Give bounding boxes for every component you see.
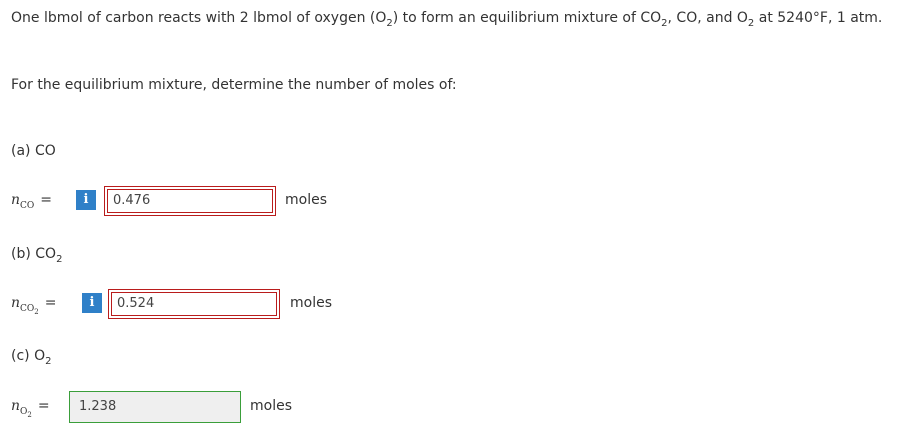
- problem-text: ) to form an equilibrium mixture of CO: [392, 10, 662, 26]
- variable-n-co2: nCO2 =: [11, 295, 57, 316]
- variable-n-o2: nO2=: [11, 398, 50, 419]
- part-label-text: (a) CO: [11, 143, 56, 159]
- unit-label: moles: [290, 295, 332, 311]
- variable-symbol: n: [11, 192, 21, 208]
- part-label-text: (c) O: [11, 348, 46, 364]
- variable-subscript: CO: [20, 200, 35, 211]
- problem-statement: One lbmol of carbon reacts with 2 lbmol …: [11, 10, 882, 29]
- equals-sign: =: [40, 192, 53, 208]
- equals-sign: =: [44, 295, 57, 311]
- problem-text: at 5240°F, 1 atm.: [754, 10, 883, 26]
- answer-input-o2[interactable]: 1.238: [69, 391, 241, 423]
- answer-value[interactable]: 0.476: [107, 189, 273, 213]
- unit-label: moles: [250, 398, 292, 414]
- variable-symbol: n: [11, 295, 21, 311]
- variable-subsubscript: 2: [34, 307, 39, 316]
- info-icon[interactable]: i: [82, 293, 102, 313]
- part-c-label: (c) O2: [11, 348, 51, 367]
- variable-subsubscript: 2: [27, 410, 32, 419]
- unit-label: moles: [285, 192, 327, 208]
- part-label-text: (b) CO: [11, 246, 57, 262]
- answer-input-co2[interactable]: 0.524: [108, 289, 280, 319]
- equals-sign: =: [37, 398, 50, 414]
- answer-value[interactable]: 0.524: [111, 292, 277, 316]
- variable-symbol: n: [11, 398, 21, 414]
- variable-n-co: nCO =: [11, 192, 52, 211]
- info-icon[interactable]: i: [76, 190, 96, 210]
- variable-subscript: CO: [20, 303, 35, 314]
- part-b-label: (b) CO2: [11, 246, 62, 265]
- problem-text: , CO, and O: [667, 10, 748, 26]
- part-a-label: (a) CO: [11, 143, 56, 162]
- subscript: 2: [45, 355, 52, 367]
- answer-input-co[interactable]: 0.476: [104, 186, 276, 216]
- question-prompt: For the equilibrium mixture, determine t…: [11, 77, 457, 93]
- subscript: 2: [56, 253, 63, 265]
- problem-text: One lbmol of carbon reacts with 2 lbmol …: [11, 10, 387, 26]
